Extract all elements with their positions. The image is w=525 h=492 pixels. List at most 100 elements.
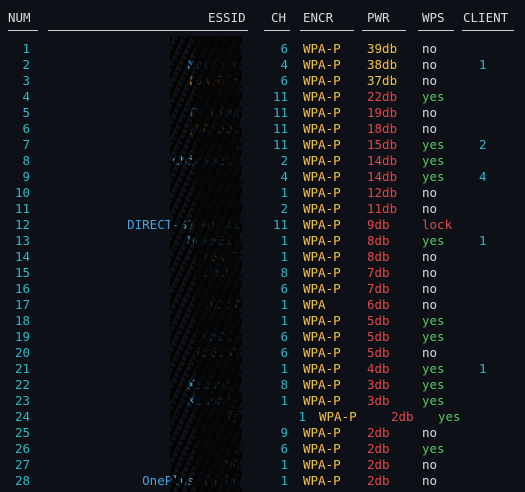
table-row: 18 1 WPA-P 5db yes	[0, 313, 525, 329]
table-row: 16 6 WPA-P 7db no	[0, 281, 525, 297]
network-encryption: WPA-P	[303, 345, 341, 360]
network-encryption: WPA-P	[303, 313, 341, 328]
network-encryption: WPA	[303, 297, 326, 312]
network-num: 16	[14, 281, 30, 296]
network-clients: 1	[479, 57, 487, 72]
header-pwr: PWR	[367, 10, 390, 25]
header-wps: WPS	[422, 10, 445, 25]
header-rule-client	[462, 30, 514, 31]
network-channel: 2	[280, 201, 288, 216]
table-row: 3(6A:D2:6WPA-P37dbno	[0, 73, 525, 89]
network-wps: no	[422, 185, 438, 200]
network-encryption: WPA-P	[303, 249, 341, 264]
network-num: 1	[22, 41, 30, 56]
network-channel: 8	[280, 377, 288, 392]
network-encryption: WPA-P	[303, 185, 341, 200]
header-essid: ESSID	[208, 10, 246, 25]
network-encryption: WPA-P	[303, 105, 341, 120]
table-row: 6(6A:DD:11WPA-P18dbno	[0, 121, 525, 137]
network-encryption: WPA-P	[303, 57, 341, 72]
network-power: 6db	[367, 297, 390, 312]
network-clients: 2	[479, 137, 487, 152]
table-row: 23Xiaomi_1WPA-P3dbyes	[0, 393, 525, 409]
network-encryption: WPA-P	[303, 425, 341, 440]
network-channel: 11	[272, 105, 288, 120]
network-power: 39db	[367, 41, 398, 56]
table-row: 2Netcore4WPA-P38dbno1	[0, 57, 525, 73]
network-wps: yes	[422, 329, 445, 344]
network-power: 19db	[367, 105, 398, 120]
network-power: 15db	[367, 137, 398, 152]
network-channel: 6	[280, 345, 288, 360]
header-ch: CH	[271, 10, 287, 25]
header-rule-ch	[264, 30, 290, 31]
network-encryption: WPA-P	[319, 409, 357, 424]
table-row: 25 9 WPA-P 2db no	[0, 425, 525, 441]
network-num: 10	[14, 185, 30, 200]
table-row: 14(6A:71WPA-P8dbno	[0, 249, 525, 265]
network-num: 4	[22, 89, 30, 104]
network-channel: 9	[280, 425, 288, 440]
network-power: 5db	[367, 313, 390, 328]
network-wps: no	[422, 265, 438, 280]
table-row: 10 1 WPA-P 12db no	[0, 185, 525, 201]
network-encryption: WPA-P	[303, 201, 341, 216]
network-power: 8db	[367, 249, 390, 264]
network-power: 11db	[367, 201, 398, 216]
network-power: 2db	[367, 425, 390, 440]
network-power: 3db	[367, 377, 390, 392]
network-num: 18	[14, 313, 30, 328]
network-wps: no	[422, 41, 438, 56]
network-clients: 4	[479, 169, 487, 184]
network-wps: no	[422, 249, 438, 264]
network-power: 4db	[367, 361, 390, 376]
network-encryption: WPA-P	[303, 281, 341, 296]
table-row: 17(02:71WPA6dbno	[0, 297, 525, 313]
network-wps: lock	[422, 217, 453, 232]
network-clients: 1	[479, 233, 487, 248]
network-encryption: WPA-P	[303, 217, 341, 232]
network-wps: no	[422, 297, 438, 312]
network-wps: no	[422, 345, 438, 360]
network-channel: 8	[280, 265, 288, 280]
network-power: 3db	[367, 393, 390, 408]
network-wps: no	[422, 281, 438, 296]
network-wps: no	[422, 425, 438, 440]
network-encryption: WPA-P	[303, 393, 341, 408]
header-client: CLIENT	[463, 10, 509, 25]
network-channel: 11	[272, 217, 288, 232]
network-power: 7db	[367, 281, 390, 296]
network-channel: 4	[280, 169, 288, 184]
network-channel: 1	[280, 457, 288, 472]
network-wps: yes	[422, 361, 445, 376]
network-clients: 1	[479, 361, 487, 376]
network-power: 2db	[367, 441, 390, 456]
network-encryption: WPA-P	[303, 41, 341, 56]
table-row: 12DIRECT-31-Mi Al11WPA-P9dblock	[0, 217, 525, 233]
network-power: 7db	[367, 265, 390, 280]
network-wps: yes	[438, 409, 461, 424]
network-encryption: WPA-P	[303, 233, 341, 248]
network-channel: 6	[280, 441, 288, 456]
network-encryption: WPA-P	[303, 153, 341, 168]
network-power: 38db	[367, 57, 398, 72]
network-encryption: WPA-P	[303, 329, 341, 344]
table-row: 28OnePlus Turbo1WPA-P2dbno	[0, 473, 525, 489]
network-wps: no	[422, 57, 438, 72]
table-row: 5TP-LINK11WPA-P19dbno	[0, 105, 525, 121]
network-encryption: WPA-P	[303, 121, 341, 136]
table-row: 19CMCC-6WPA-P5dbyes	[0, 329, 525, 345]
network-encryption: WPA-P	[303, 361, 341, 376]
network-num: 25	[14, 425, 30, 440]
network-wps: yes	[422, 393, 445, 408]
header-encr: ENCR	[303, 10, 334, 25]
network-channel: 1	[280, 313, 288, 328]
network-channel: 2	[280, 153, 288, 168]
network-wps: no	[422, 457, 438, 472]
table-row: 7111WPA-P15dbyes2	[0, 137, 525, 153]
network-channel: 4	[280, 57, 288, 72]
network-num: 9	[22, 169, 30, 184]
network-power: 8db	[367, 233, 390, 248]
network-channel: 1	[280, 361, 288, 376]
network-wps: yes	[422, 313, 445, 328]
